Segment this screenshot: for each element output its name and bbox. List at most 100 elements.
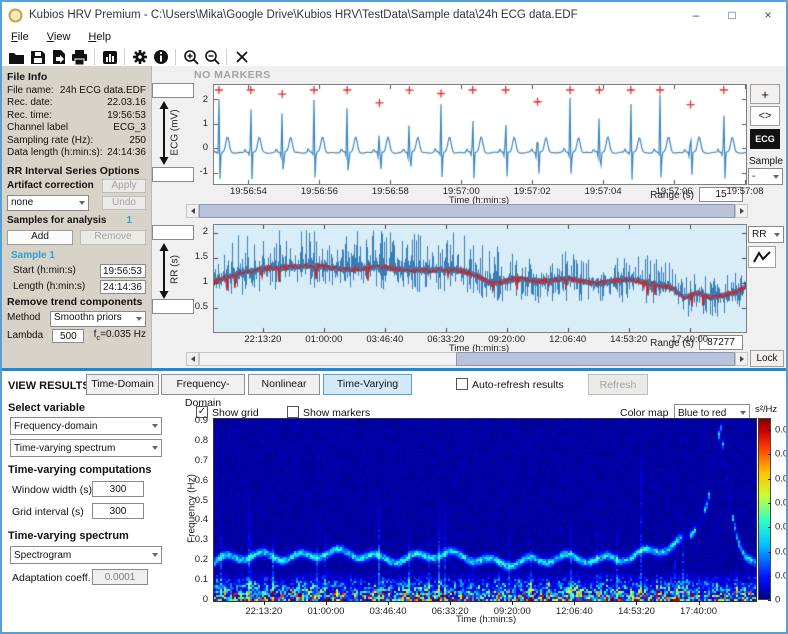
bar-chart-icon — [102, 50, 118, 65]
toolbar-separator — [226, 49, 227, 65]
tab-frequency-domain[interactable]: Frequency-Domain — [161, 374, 245, 395]
samples-count: 1 — [126, 215, 132, 228]
menu-view[interactable]: View — [38, 31, 80, 43]
rr-ylabel: RR (s) — [170, 230, 181, 310]
spectrogram-xlabel: Time (h:min:s) — [336, 614, 636, 625]
show-markers-checkbox[interactable] — [287, 406, 299, 418]
computations-title: Time-varying computations — [8, 464, 151, 476]
artifact-correction-select[interactable]: none — [7, 195, 89, 211]
sample-length-label: Length (h:min:s) — [13, 281, 85, 294]
ecg-channel-button[interactable]: ECG — [750, 129, 780, 149]
variable-domain-select[interactable]: Frequency-domain — [10, 417, 162, 435]
chevron-down-icon — [152, 424, 158, 428]
rr-axis-arrow-icon — [158, 243, 170, 299]
colorbar-unit-label: s²/Hz — [755, 404, 777, 415]
menu-help[interactable]: Help — [79, 31, 120, 43]
window-width-input[interactable] — [92, 481, 144, 497]
close-button[interactable]: × — [750, 2, 786, 28]
adaptation-coeff-label: Adaptation coeff. — [12, 572, 91, 584]
maximize-button[interactable]: □ — [714, 2, 750, 28]
toolbar-separator — [124, 49, 125, 65]
zoom-out-button[interactable] — [201, 47, 222, 67]
file-info-row: Rec. date:22.03.16 — [7, 97, 146, 110]
menu-bar: File View Help — [2, 28, 786, 46]
apply-button[interactable]: Apply — [102, 179, 146, 193]
lambda-label: Lambda — [7, 330, 43, 343]
sample-length-input[interactable] — [100, 280, 146, 294]
spectrum-method-select[interactable]: Spectrogram — [10, 546, 162, 564]
ecg-scrollbar-thumb[interactable] — [199, 204, 735, 218]
chevron-down-icon — [79, 201, 85, 205]
remove-sample-button[interactable]: Remove — [80, 230, 146, 245]
open-file-button[interactable] — [6, 47, 27, 67]
file-info-row: Data length (h:min:s):24:14:36 — [7, 147, 146, 160]
document-export-icon — [52, 49, 66, 65]
preferences-button[interactable] — [129, 47, 150, 67]
adaptation-coeff-input[interactable] — [92, 569, 148, 585]
lambda-input[interactable] — [52, 329, 84, 343]
export-results-button[interactable] — [48, 47, 69, 67]
sample-start-input[interactable] — [100, 264, 146, 278]
minimize-button[interactable]: – — [678, 2, 714, 28]
about-button[interactable] — [150, 47, 171, 67]
chevron-down-icon — [740, 411, 746, 415]
rr-canvas[interactable] — [213, 224, 747, 333]
app-icon — [8, 8, 23, 23]
print-button[interactable] — [69, 47, 90, 67]
grid-interval-input[interactable] — [92, 503, 144, 519]
ecg-range-label: Range (s) — [634, 190, 694, 201]
rr-scrollbar-thumb[interactable] — [456, 352, 735, 366]
cutoff-frequency-text: fc=0.035 Hz — [94, 329, 146, 345]
remove-trend-title: Remove trend components — [7, 296, 146, 309]
spectrogram-canvas[interactable] — [213, 418, 757, 602]
rr-range-input[interactable] — [699, 335, 743, 350]
lock-button[interactable]: Lock — [750, 350, 784, 367]
ecg-scroll-right-arrow[interactable] — [735, 204, 748, 218]
method-label: Method — [7, 312, 40, 325]
expand-range-button[interactable]: <> — [750, 106, 780, 126]
select-variable-title: Select variable — [8, 402, 85, 414]
menu-file[interactable]: File — [2, 31, 38, 43]
ecg-ylabel: ECG (mV) — [170, 93, 181, 173]
ecg-canvas[interactable] — [213, 84, 747, 185]
ecg-scroll-left-arrow[interactable] — [186, 204, 199, 218]
tab-nonlinear[interactable]: Nonlinear — [248, 374, 320, 395]
spectrogram-ylabel: Frequency (Hz) — [187, 464, 198, 554]
sample-select[interactable]: - — [748, 168, 783, 185]
rr-scroll-left-arrow[interactable] — [186, 352, 199, 366]
ecg-range-input[interactable] — [699, 187, 743, 202]
sample-start-label: Start (h:min:s) — [13, 265, 76, 278]
file-info-row: Channel labelECG_3 — [7, 122, 146, 135]
trend-view-button[interactable] — [748, 246, 776, 268]
variable-type-select[interactable]: Time-varying spectrum — [10, 439, 162, 457]
show-grid-checkbox[interactable]: ✓ — [196, 406, 208, 418]
file-info-row: Sampling rate (Hz):250 — [7, 135, 146, 148]
close-x-icon — [235, 50, 249, 64]
auto-refresh-checkbox[interactable] — [456, 378, 468, 390]
tab-time-varying[interactable]: Time-Varying — [323, 374, 412, 395]
zoom-in-icon — [183, 49, 199, 65]
gear-icon — [132, 49, 148, 65]
rr-scroll-right-arrow[interactable] — [735, 352, 748, 366]
zoom-in-button[interactable] — [180, 47, 201, 67]
save-button[interactable] — [27, 47, 48, 67]
samples-for-analysis-label: Samples for analysis — [7, 215, 107, 228]
add-sample-button[interactable]: Add — [7, 230, 73, 245]
undo-button[interactable]: Undo — [102, 196, 146, 210]
method-select[interactable]: Smoothn priors — [50, 311, 146, 327]
add-marker-button[interactable]: + — [750, 84, 780, 104]
colorbar — [758, 418, 771, 600]
tab-time-domain[interactable]: Time-Domain — [86, 374, 159, 395]
chevron-down-icon — [136, 317, 142, 321]
file-info-row: File name:24h ECG data.EDF — [7, 85, 146, 98]
refresh-button[interactable]: Refresh — [588, 374, 648, 395]
left-options-panel: File Info File name:24h ECG data.EDF Rec… — [2, 66, 152, 368]
rr-series-select[interactable]: RR — [748, 226, 784, 243]
file-info-row: Rec. time:19:56:53 — [7, 110, 146, 123]
close-file-button[interactable] — [231, 47, 252, 67]
report-button[interactable] — [99, 47, 120, 67]
file-info-title: File Info — [7, 71, 146, 84]
chevron-down-icon — [774, 233, 780, 237]
sample-title: Sample 1 — [11, 250, 146, 263]
floppy-icon — [30, 50, 46, 65]
